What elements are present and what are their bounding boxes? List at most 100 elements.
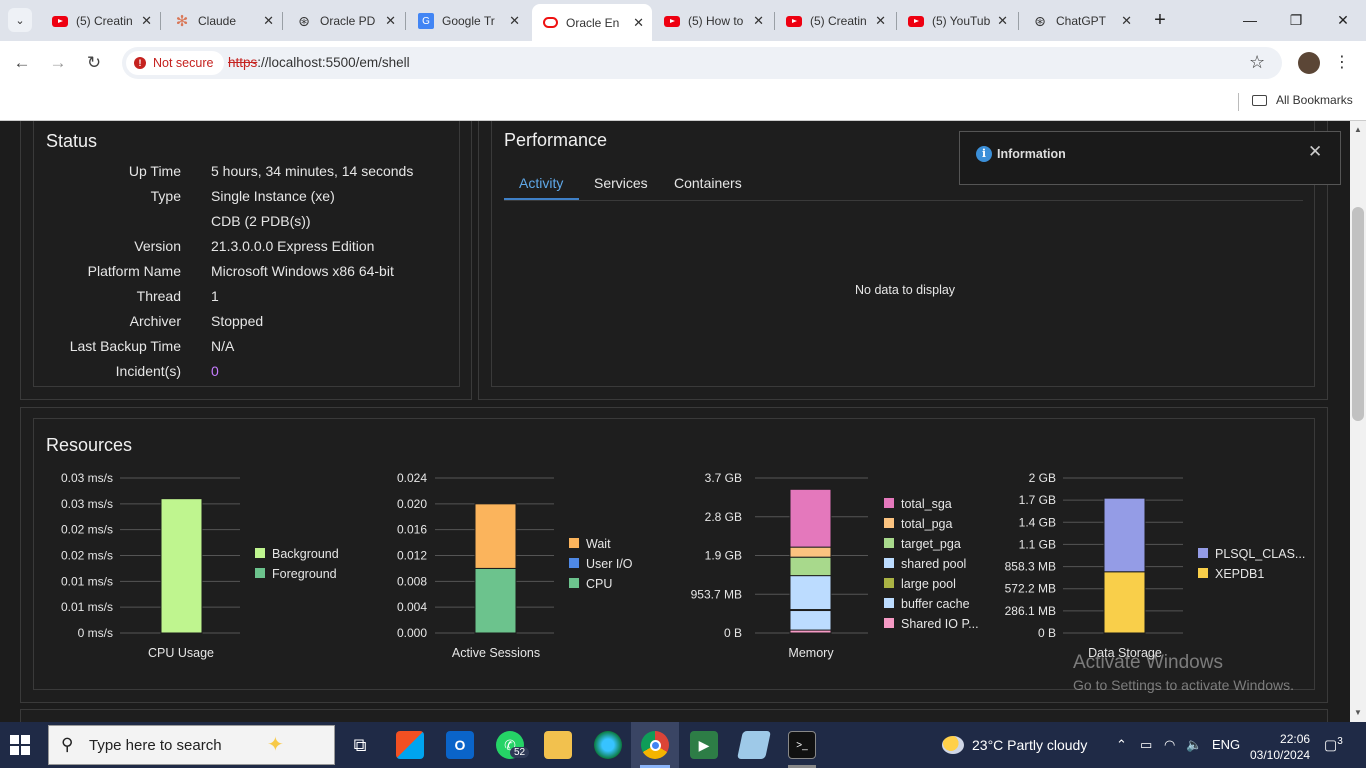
reload-icon[interactable]: ↻ [82, 51, 106, 75]
scroll-up-icon[interactable]: ▲ [1354, 125, 1362, 134]
language-indicator[interactable]: ENG [1212, 737, 1240, 752]
browser-tab[interactable]: (5) Creatin ✕ [42, 6, 160, 36]
volume-icon[interactable]: 🔈 [1186, 737, 1202, 753]
folder-icon [1252, 94, 1267, 106]
y-tick-label: 286.1 MB [1005, 604, 1056, 618]
chevron-down-icon: ⌄ [15, 14, 25, 27]
close-tab-icon[interactable]: ✕ [633, 15, 644, 31]
notepad-icon[interactable] [737, 731, 771, 759]
battery-icon[interactable]: ▭ [1140, 737, 1152, 753]
legend-label: XEPDB1 [1215, 567, 1264, 581]
legend-swatch [255, 548, 265, 558]
y-tick-label: 0 B [724, 626, 742, 640]
close-tab-icon[interactable]: ✕ [141, 13, 152, 29]
terminal-icon[interactable]: >_ [788, 731, 816, 759]
openai-icon: ⊛ [298, 12, 310, 29]
wifi-icon[interactable]: ◠ [1164, 737, 1175, 753]
legend-label: User I/O [586, 557, 633, 571]
weather-widget[interactable]: 23°C Partly cloudy [942, 736, 1087, 754]
legend-label: total_sga [901, 497, 952, 511]
browser-tab-active[interactable]: Oracle En ✕ [532, 4, 652, 41]
y-tick-label: 953.7 MB [691, 587, 742, 601]
outlook-icon[interactable]: O [446, 731, 474, 759]
system-clock[interactable]: 22:06 03/10/2024 [1250, 731, 1310, 763]
whatsapp-badge: 52 [510, 747, 530, 758]
bar-segment [474, 567, 517, 634]
close-tab-icon[interactable]: ✕ [1121, 13, 1132, 29]
file-explorer-icon[interactable] [544, 731, 572, 759]
close-tab-icon[interactable]: ✕ [997, 13, 1008, 29]
y-tick-label: 0.01 ms/s [61, 574, 113, 588]
close-tab-icon[interactable]: ✕ [263, 13, 274, 29]
browser-tab[interactable]: (5) How to ✕ [654, 6, 772, 36]
activate-windows-watermark: Activate Windows Go to Settings to activ… [1073, 652, 1294, 693]
clock-date: 03/10/2024 [1250, 748, 1311, 762]
legend-swatch [884, 538, 894, 548]
taskbar-search[interactable]: ⚲ Type here to search ✦ [48, 725, 335, 765]
tab-title: (5) How to [688, 14, 744, 28]
browser-toolbar: ← → ↻ ! Not secure https://localhost:550… [0, 41, 1366, 85]
browser-tab[interactable]: (5) Creatin ✕ [776, 6, 894, 36]
notification-center-icon[interactable]: ▢3 [1324, 736, 1343, 754]
back-icon[interactable]: ← [10, 51, 34, 75]
y-tick-label: 0.01 ms/s [61, 600, 113, 614]
chrome-icon[interactable] [641, 731, 669, 759]
tab-search-button[interactable]: ⌄ [8, 8, 32, 32]
forward-icon[interactable]: → [46, 51, 70, 75]
edge-icon[interactable] [594, 731, 622, 759]
watermark-subtitle: Go to Settings to activate Windows. [1073, 677, 1294, 693]
security-chip[interactable]: ! Not secure [126, 51, 224, 75]
legend-label: Foreground [272, 567, 337, 581]
close-tab-icon[interactable]: ✕ [875, 13, 886, 29]
y-tick-label: 1.4 GB [1019, 515, 1056, 529]
windows-start-icon[interactable] [10, 735, 30, 755]
y-tick-label: 0.03 ms/s [61, 497, 113, 511]
legend-swatch [884, 518, 894, 528]
all-bookmarks-button[interactable]: All Bookmarks [1252, 93, 1353, 107]
legend-swatch [884, 598, 894, 608]
bar-segment [474, 503, 517, 569]
browser-tab[interactable]: (5) YouTub ✕ [898, 6, 1016, 36]
youtube-icon [52, 13, 68, 29]
y-tick-label: 0.02 ms/s [61, 523, 113, 537]
warning-icon: ! [134, 57, 146, 69]
browser-tab[interactable]: ✻ Claude ✕ [164, 6, 282, 36]
legend-swatch [255, 568, 265, 578]
media-app-icon[interactable]: ▶ [690, 731, 718, 759]
browser-tab[interactable]: ⊛ ChatGPT ✕ [1022, 6, 1140, 36]
y-tick-label: 1.9 GB [705, 549, 742, 563]
tab-title: ChatGPT [1056, 14, 1107, 28]
scroll-down-icon[interactable]: ▼ [1354, 708, 1362, 717]
task-view-icon[interactable]: ⧉ [346, 731, 374, 759]
y-tick-label: 2.8 GB [705, 510, 742, 524]
address-bar[interactable]: ! Not secure https://localhost:5500/em/s… [122, 47, 1282, 79]
security-chip-label: Not secure [153, 56, 214, 70]
profile-avatar[interactable] [1298, 52, 1320, 74]
oracle-icon [542, 15, 558, 31]
microsoft-store-icon[interactable] [396, 731, 424, 759]
restore-icon[interactable]: ❐ [1284, 8, 1308, 32]
legend-label: target_pga [901, 537, 961, 551]
browser-tab[interactable]: ⊛ Oracle PD ✕ [286, 6, 404, 36]
close-window-icon[interactable]: ✕ [1331, 8, 1355, 32]
close-tab-icon[interactable]: ✕ [385, 13, 396, 29]
y-tick-label: 0.024 [397, 471, 427, 485]
scrollbar-thumb[interactable] [1352, 207, 1364, 421]
browser-tab-strip: ⌄ (5) Creatin ✕ ✻ Claude ✕ ⊛ Oracle PD ✕… [0, 0, 1366, 41]
close-tab-icon[interactable]: ✕ [509, 13, 520, 29]
search-placeholder: Type here to search [89, 737, 222, 754]
close-tab-icon[interactable]: ✕ [753, 13, 764, 29]
partly-cloudy-icon [942, 736, 964, 754]
kebab-menu-icon[interactable]: ⋮ [1334, 52, 1350, 72]
tab-title: Oracle PD [320, 14, 376, 28]
browser-tab[interactable]: G Google Tr ✕ [408, 6, 528, 36]
new-tab-button[interactable]: + [1148, 8, 1172, 32]
legend-label: PLSQL_CLAS... [1215, 547, 1305, 561]
bookmark-star-icon[interactable]: ☆ [1249, 52, 1265, 73]
url-text[interactable]: https://localhost:5500/em/shell [228, 55, 410, 70]
page-scrollbar[interactable]: ▲ ▼ [1350, 121, 1366, 722]
minimize-icon[interactable]: — [1238, 8, 1262, 32]
chevron-up-icon[interactable]: ⌃ [1116, 737, 1127, 753]
legend-swatch [884, 498, 894, 508]
next-panel [20, 709, 1328, 722]
